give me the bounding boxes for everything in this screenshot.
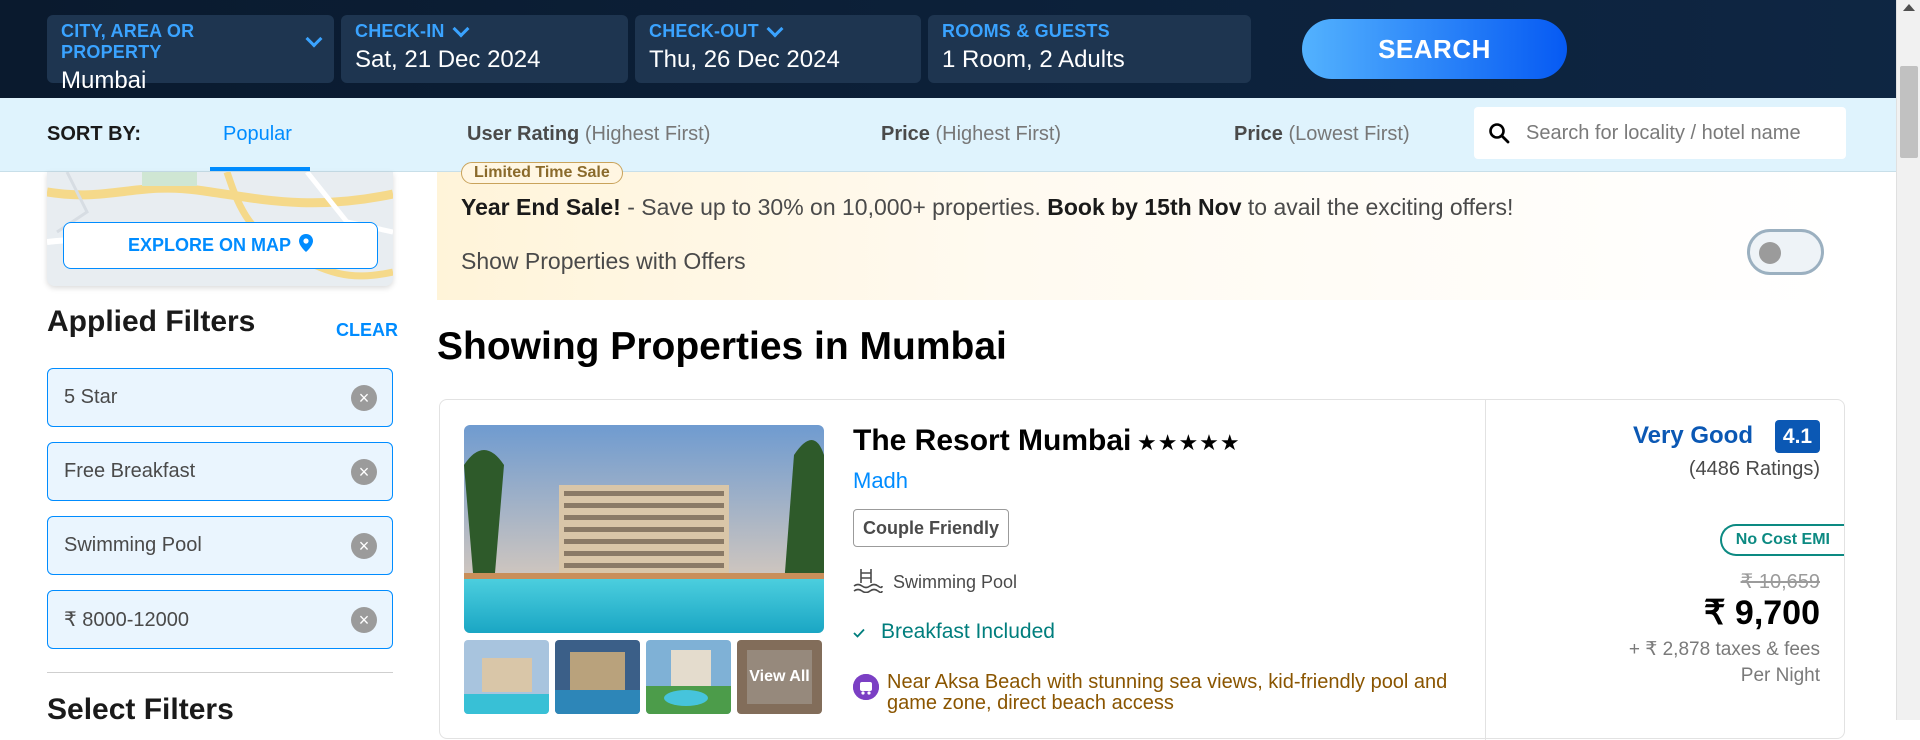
sort-option-label: Price (1234, 123, 1283, 145)
clear-filters-link[interactable]: CLEAR (336, 320, 398, 341)
hotel-card[interactable]: View All The Resort Mumbai ★★★★★ Madh Co… (439, 399, 1845, 740)
taxes-fees: + ₹ 2,878 taxes & fees (1628, 639, 1820, 660)
sale-banner: Limited Time Sale Year End Sale! - Save … (437, 162, 1845, 300)
sort-popular[interactable]: Popular (223, 123, 292, 146)
city-field[interactable]: CITY, AREA OR PROPERTY Mumbai (47, 15, 334, 94)
filter-chip: Free Breakfast × (47, 442, 393, 501)
map-pin-icon (299, 234, 314, 257)
per-night-label: Per Night (1740, 665, 1820, 686)
offers-toggle-label: Show Properties with Offers (461, 248, 746, 274)
search-header: CITY, AREA OR PROPERTY Mumbai CHECK-IN S… (0, 0, 1920, 98)
close-icon[interactable]: × (351, 607, 377, 633)
sale-tag: Limited Time Sale (461, 162, 623, 184)
sidebar-divider (47, 672, 393, 673)
original-price: ₹ 10,659 (1740, 571, 1820, 593)
location-highlight-icon (853, 674, 879, 700)
select-filters-title: Select Filters (47, 693, 234, 726)
rating-text: Very Good (1632, 422, 1753, 449)
filter-chip-label: Free Breakfast (64, 460, 196, 482)
guests-field[interactable]: ROOMS & GUESTS 1 Room, 2 Adults (928, 15, 1251, 83)
sale-text-part: to avail the exciting offers! (1241, 194, 1514, 220)
scroll-up-arrow-icon[interactable] (1903, 4, 1915, 11)
rating-badge: 4.1 (1775, 420, 1820, 453)
filter-chip-label: Swimming Pool (64, 534, 202, 556)
location-highlight: Near Aksa Beach with stunning sea views,… (853, 672, 1453, 714)
amenity-label: Swimming Pool (893, 572, 1018, 592)
scrollbar-thumb[interactable] (1900, 66, 1918, 158)
filter-chip-label: ₹ 8000-12000 (64, 609, 190, 631)
sale-headline: Year End Sale! (461, 194, 621, 220)
close-icon[interactable]: × (351, 459, 377, 485)
breakfast-info: Breakfast Included (853, 620, 1055, 644)
sort-option-label: User Rating (467, 123, 580, 145)
close-icon[interactable]: × (351, 385, 377, 411)
sort-option-label: Popular (223, 123, 292, 145)
filter-chip: Swimming Pool × (47, 516, 393, 575)
hotel-main-image[interactable] (464, 425, 824, 633)
city-label: CITY, AREA OR PROPERTY (61, 21, 195, 62)
swimming-pool-icon (853, 567, 883, 598)
sort-by-label: SORT BY: (47, 123, 142, 145)
hotel-thumbnail[interactable] (646, 640, 731, 714)
sort-option-label: Price (881, 123, 930, 145)
guests-label: ROOMS & GUESTS (942, 21, 1110, 41)
applied-filters-title: Applied Filters (47, 305, 256, 338)
hotel-locality[interactable]: Madh (853, 468, 908, 494)
page-title: Showing Properties in Mumbai (437, 325, 1007, 368)
filter-chip-label: 5 Star (64, 386, 118, 408)
checkout-label: CHECK-OUT (649, 21, 759, 41)
amenity-item: Swimming Pool (853, 567, 1017, 598)
search-button[interactable]: SEARCH (1302, 19, 1567, 79)
offers-toggle[interactable] (1747, 229, 1824, 275)
filter-chip: ₹ 8000-12000 × (47, 590, 393, 649)
no-cost-emi-badge: No Cost EMI (1719, 524, 1844, 556)
explore-on-map-label: EXPLORE ON MAP (127, 235, 292, 255)
rating-count: (4486 Ratings) (1688, 458, 1820, 480)
card-divider (1485, 400, 1486, 740)
active-sort-indicator (210, 167, 310, 171)
locality-search-box[interactable] (1474, 107, 1846, 159)
search-icon (1488, 122, 1510, 144)
city-value: Mumbai (61, 67, 147, 94)
map-preview[interactable]: EXPLORE ON MAP (47, 172, 393, 286)
sale-highlight: Book by 15th Nov (1047, 194, 1242, 220)
sort-price-high[interactable]: Price (Highest First) (881, 123, 1061, 146)
sort-price-low[interactable]: Price (Lowest First) (1234, 123, 1410, 146)
checkin-label: CHECK-IN (355, 21, 445, 41)
hotel-name[interactable]: The Resort Mumbai (853, 424, 1131, 458)
sale-text-part: - Save up to 30% on 10,000+ properties. (620, 194, 1048, 220)
chevron-down-icon (452, 20, 470, 37)
page-scrollbar[interactable] (1896, 0, 1920, 720)
toggle-knob (1759, 242, 1781, 264)
view-all-photos[interactable]: View All (737, 640, 822, 714)
sort-option-sub: (Highest First) (584, 123, 711, 145)
star-rating-icon: ★★★★★ (1137, 430, 1241, 455)
close-icon[interactable]: × (351, 533, 377, 559)
couple-friendly-tag: Couple Friendly (853, 509, 1010, 547)
checkout-value: Thu, 26 Dec 2024 (649, 46, 840, 73)
chevron-down-icon (766, 20, 784, 37)
checkin-value: Sat, 21 Dec 2024 (355, 46, 541, 73)
sort-option-sub: (Highest First) (935, 123, 1062, 145)
guests-value: 1 Room, 2 Adults (942, 46, 1125, 73)
sort-option-sub: (Lowest First) (1288, 123, 1410, 145)
checkin-field[interactable]: CHECK-IN Sat, 21 Dec 2024 (341, 15, 628, 83)
filter-chip: 5 Star × (47, 368, 393, 427)
hotel-thumbnail[interactable] (464, 640, 549, 714)
location-highlight-text: Near Aksa Beach with stunning sea views,… (887, 671, 1448, 714)
sort-user-rating[interactable]: User Rating (Highest First) (467, 123, 710, 146)
check-icon (853, 620, 865, 644)
locality-search-input[interactable] (1526, 121, 1836, 145)
sale-text: Year End Sale! - Save up to 30% on 10,00… (461, 194, 1513, 221)
view-all-label: View All (737, 640, 822, 714)
checkout-field[interactable]: CHECK-OUT Thu, 26 Dec 2024 (635, 15, 921, 83)
hotel-thumbnail[interactable] (555, 640, 640, 714)
chevron-down-icon (305, 30, 323, 48)
discounted-price: ₹ 9,700 (1703, 594, 1820, 632)
explore-on-map-button[interactable]: EXPLORE ON MAP (63, 222, 378, 269)
breakfast-label: Breakfast Included (881, 620, 1055, 643)
